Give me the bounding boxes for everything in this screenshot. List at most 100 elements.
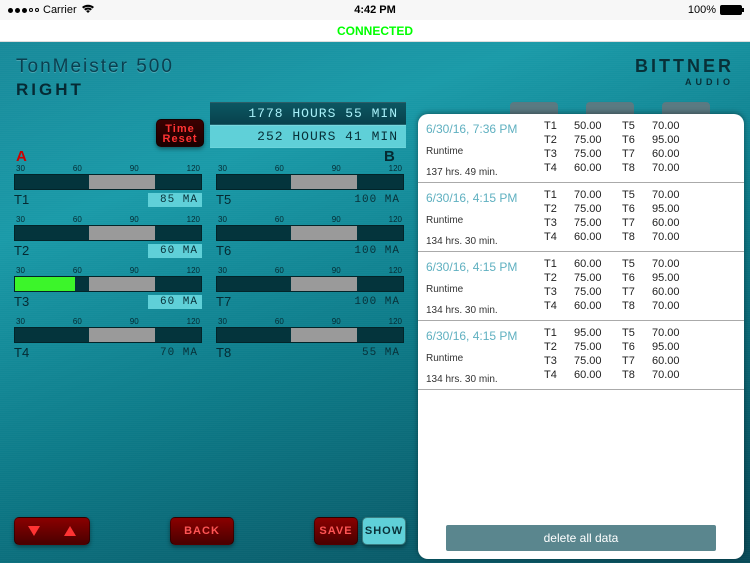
- scale-tick: 90: [130, 164, 139, 173]
- t-label: T7: [622, 286, 644, 298]
- scale-tick: 90: [332, 266, 341, 275]
- log-entry[interactable]: 6/30/16, 7:36 PMRuntime137 hrs. 49 min.T…: [418, 114, 744, 183]
- main-panel: TonMeister 500 RIGHT BITTNER AUDIO 1778 …: [0, 42, 750, 563]
- time-reset-button[interactable]: Time Reset: [156, 119, 204, 147]
- t-label: T7: [622, 217, 644, 229]
- t-label: T8: [622, 300, 644, 312]
- delete-all-button[interactable]: delete all data: [446, 525, 716, 551]
- save-button[interactable]: SAVE: [314, 517, 358, 545]
- gauge-t7: 306090120T7100 MA: [216, 266, 404, 309]
- t-value: 60.00: [574, 162, 614, 174]
- t-label: T1: [544, 120, 566, 132]
- scale-tick: 30: [16, 215, 25, 224]
- scale-tick: 60: [73, 266, 82, 275]
- gauge-value: 55 MA: [350, 346, 404, 360]
- scale-tick: 30: [218, 317, 227, 326]
- scale-tick: 90: [332, 164, 341, 173]
- log-runtime: 137 hrs. 49 min.: [426, 167, 544, 178]
- t-value: 70.00: [652, 258, 692, 270]
- scale-tick: 120: [389, 164, 402, 173]
- hours-display: 1778 HOURS 55 MIN 252 HOURS 41 MIN: [210, 102, 406, 148]
- gauge-value: 100 MA: [350, 295, 404, 309]
- gauge-t5: 306090120T5100 MA: [216, 164, 404, 207]
- log-list[interactable]: 6/30/16, 7:36 PMRuntime137 hrs. 49 min.T…: [418, 114, 744, 521]
- t-value: 60.00: [652, 355, 692, 367]
- t-label: T4: [544, 300, 566, 312]
- back-button[interactable]: BACK: [170, 517, 234, 545]
- signal-icon: [8, 8, 39, 13]
- scale-tick: 90: [130, 215, 139, 224]
- t-label: T8: [622, 369, 644, 381]
- t-value: 75.00: [574, 341, 614, 353]
- t-value: 60.00: [574, 231, 614, 243]
- t-label: T3: [544, 217, 566, 229]
- scale-tick: 90: [130, 317, 139, 326]
- t-label: T8: [622, 162, 644, 174]
- gauge-label: T7: [216, 294, 231, 309]
- gauge-value: 70 MA: [148, 346, 202, 360]
- scale-tick: 120: [187, 317, 200, 326]
- scale-tick: 90: [332, 215, 341, 224]
- t-value: 95.00: [574, 327, 614, 339]
- t-value: 95.00: [652, 272, 692, 284]
- t-value: 60.00: [652, 148, 692, 160]
- t-label: T4: [544, 162, 566, 174]
- log-runtime-label: Runtime: [426, 146, 544, 157]
- t-label: T6: [622, 134, 644, 146]
- scale-tick: 60: [275, 215, 284, 224]
- scale-tick: 120: [389, 215, 402, 224]
- carrier-label: Carrier: [43, 4, 77, 16]
- t-label: T5: [622, 120, 644, 132]
- t-value: 75.00: [574, 148, 614, 160]
- t-value: 75.00: [574, 286, 614, 298]
- t-label: T6: [622, 272, 644, 284]
- scale-tick: 120: [187, 164, 200, 173]
- t-value: 70.00: [652, 162, 692, 174]
- brand-name: BITTNER: [635, 56, 734, 77]
- log-runtime: 134 hrs. 30 min.: [426, 374, 544, 385]
- scale-tick: 30: [218, 266, 227, 275]
- gauge-t2: 306090120T260 MA: [14, 215, 202, 258]
- scale-tick: 90: [130, 266, 139, 275]
- scale-tick: 30: [16, 164, 25, 173]
- t-value: 70.00: [652, 369, 692, 381]
- battery-percent: 100%: [688, 4, 716, 16]
- gauge-value: 100 MA: [350, 193, 404, 207]
- log-date: 6/30/16, 7:36 PM: [426, 122, 544, 136]
- log-entry[interactable]: 6/30/16, 4:15 PMRuntime134 hrs. 30 min.T…: [418, 252, 744, 321]
- t-value: 60.00: [574, 369, 614, 381]
- log-date: 6/30/16, 4:15 PM: [426, 329, 544, 343]
- gauge-value: 60 MA: [148, 295, 202, 309]
- t-label: T6: [622, 203, 644, 215]
- column-a-label: A: [16, 148, 27, 165]
- gauge-label: T4: [14, 345, 29, 360]
- t-label: T6: [622, 341, 644, 353]
- total-hours: 1778 HOURS 55 MIN: [210, 102, 406, 125]
- gauge-t8: 306090120T855 MA: [216, 317, 404, 360]
- sort-button[interactable]: [14, 517, 90, 545]
- arrow-down-icon: [23, 520, 45, 542]
- show-button[interactable]: SHOW: [362, 517, 406, 545]
- t-value: 60.00: [574, 300, 614, 312]
- t-value: 50.00: [574, 120, 614, 132]
- t-label: T5: [622, 327, 644, 339]
- t-label: T1: [544, 189, 566, 201]
- scale-tick: 120: [187, 266, 200, 275]
- scale-tick: 90: [332, 317, 341, 326]
- log-entry[interactable]: 6/30/16, 4:15 PM Runtime 134 hrs. 30 min. T…: [418, 321, 744, 390]
- gauge-t6: 306090120T6100 MA: [216, 215, 404, 258]
- log-entry[interactable]: 6/30/16, 4:15 PMRuntime134 hrs. 30 min.T…: [418, 183, 744, 252]
- log-runtime-label: Runtime: [426, 353, 544, 364]
- gauge-label: T6: [216, 243, 231, 258]
- gauge-value: 60 MA: [148, 244, 202, 258]
- t-label: T5: [622, 258, 644, 270]
- brand-sub: AUDIO: [635, 77, 734, 87]
- t-label: T2: [544, 203, 566, 215]
- t-value: 60.00: [652, 217, 692, 229]
- t-value: 75.00: [574, 203, 614, 215]
- scale-tick: 30: [218, 215, 227, 224]
- clock: 4:42 PM: [354, 4, 396, 16]
- log-runtime: 134 hrs. 30 min.: [426, 236, 544, 247]
- log-date: 6/30/16, 4:15 PM: [426, 260, 544, 274]
- scale-tick: 60: [73, 215, 82, 224]
